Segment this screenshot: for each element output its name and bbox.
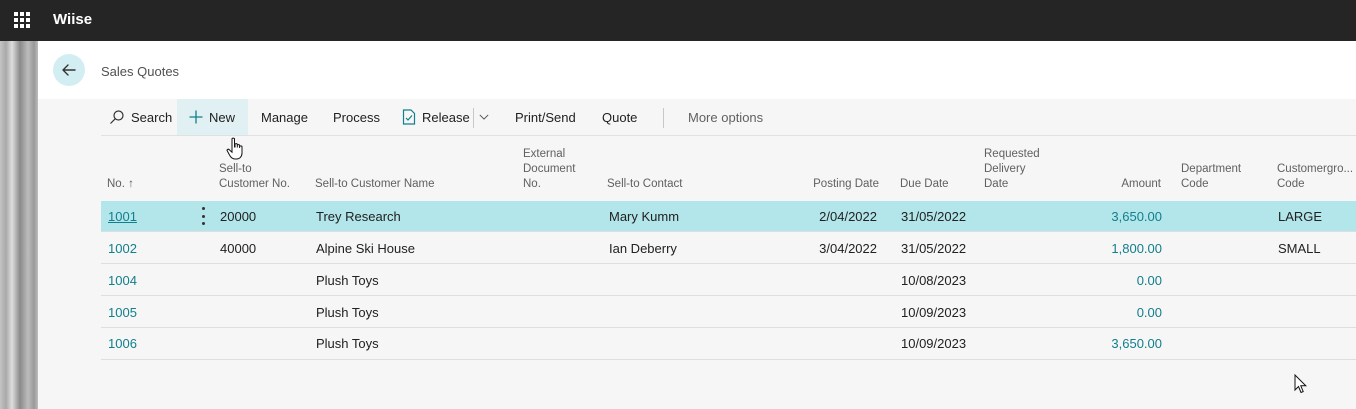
row-amount[interactable]: 0.00 (1091, 273, 1162, 288)
row-no[interactable]: 1001 (108, 209, 137, 224)
row-posting-date: 3/04/2022 (819, 241, 877, 256)
quote-button[interactable]: Quote (602, 99, 637, 135)
manage-label: Manage (261, 109, 308, 125)
app-title: Wiise (53, 11, 93, 28)
col-header-requested-delivery-date[interactable]: Requested Delivery Date (984, 147, 1040, 192)
table-row[interactable]: 1004 Plush Toys 10/08/2023 0.00 (101, 265, 1356, 296)
table-row[interactable]: 1001 20000 Trey Research Mary Kumm 2/04/… (101, 201, 1356, 232)
page-title: Sales Quotes (101, 64, 180, 79)
col-header-department-code[interactable]: Department Code (1181, 162, 1241, 192)
row-due-date: 10/08/2023 (901, 273, 967, 288)
search-icon (110, 110, 124, 124)
release-label: Release (422, 109, 470, 125)
hand-pointer-cursor-icon (226, 137, 243, 160)
col-header-due-date[interactable]: Due Date (900, 177, 949, 192)
row-customer-group: SMALL (1278, 241, 1321, 256)
new-label: New (209, 109, 236, 125)
col-header-no[interactable]: No. ↑ (107, 177, 134, 192)
main-content: Sales Quotes Search New Manage Process R… (38, 41, 1356, 409)
search-button[interactable]: Search (109, 99, 172, 135)
page-header: Sales Quotes (38, 41, 1356, 99)
row-amount[interactable]: 1,800.00 (1091, 241, 1162, 256)
row-amount[interactable]: 3,650.00 (1091, 336, 1162, 351)
chevron-down-icon (479, 114, 489, 120)
row-no[interactable]: 1006 (108, 336, 137, 351)
row-customer-name: Plush Toys (316, 305, 379, 320)
table-row[interactable]: 1006 Plush Toys 10/09/2023 3,650.00 (101, 329, 1356, 360)
row-contact: Mary Kumm (609, 209, 680, 224)
row-customer-name: Plush Toys (316, 273, 379, 288)
print-send-button[interactable]: Print/Send (515, 99, 576, 135)
action-bar: Search New Manage Process Release Print/… (101, 99, 1356, 136)
grid-header: No. ↑ Sell-to Customer No. Sell-to Custom… (101, 136, 1356, 201)
row-customer-group: LARGE (1278, 209, 1323, 224)
plus-icon (189, 110, 203, 124)
release-document-icon (402, 109, 416, 125)
more-options-label: More options (688, 109, 764, 125)
process-button[interactable]: Process (333, 99, 380, 135)
row-customer-name: Plush Toys (316, 336, 379, 351)
row-amount[interactable]: 3,650.00 (1091, 209, 1162, 224)
table-row[interactable]: 1002 40000 Alpine Ski House Ian Deberry … (101, 233, 1356, 264)
table-row[interactable]: 1005 Plush Toys 10/09/2023 0.00 (101, 297, 1356, 328)
row-customer-no: 20000 (220, 209, 257, 224)
quote-label: Quote (602, 109, 638, 125)
row-due-date: 10/09/2023 (901, 305, 967, 320)
release-divider (473, 108, 474, 128)
row-actions-icon[interactable] (197, 207, 209, 225)
row-customer-no: 40000 (220, 241, 257, 256)
new-button[interactable]: New (177, 99, 248, 135)
arrow-cursor-icon (1294, 374, 1308, 394)
left-background-strip (0, 41, 38, 409)
col-header-external-document-no[interactable]: External Document No. (523, 147, 575, 192)
row-customer-name: Alpine Ski House (316, 241, 415, 256)
release-dropdown-button[interactable] (479, 99, 495, 135)
col-header-sell-to-customer-no[interactable]: Sell-to Customer No. (219, 162, 290, 192)
row-due-date: 31/05/2022 (901, 209, 967, 224)
row-customer-name: Trey Research (316, 209, 401, 224)
top-bar: Wiise (0, 0, 1356, 41)
more-options-button[interactable]: More options (688, 99, 763, 135)
row-amount[interactable]: 0.00 (1091, 305, 1162, 320)
arrow-left-icon (62, 64, 76, 76)
toolbar-divider (663, 108, 664, 128)
row-posting-date: 2/04/2022 (819, 209, 877, 224)
row-no[interactable]: 1004 (108, 273, 137, 288)
col-header-customer-group-code[interactable]: Customergro... Code (1277, 162, 1353, 192)
waffle-icon[interactable] (14, 12, 30, 28)
search-label: Search (131, 109, 173, 125)
row-due-date: 10/09/2023 (901, 336, 967, 351)
col-header-posting-date[interactable]: Posting Date (791, 177, 879, 192)
manage-button[interactable]: Manage (261, 99, 308, 135)
row-no[interactable]: 1002 (108, 241, 137, 256)
back-button[interactable] (53, 54, 85, 86)
row-due-date: 31/05/2022 (901, 241, 967, 256)
col-header-sell-to-contact[interactable]: Sell-to Contact (607, 177, 682, 192)
print-send-label: Print/Send (515, 109, 576, 125)
release-button[interactable]: Release (402, 99, 470, 135)
col-header-sell-to-customer-name[interactable]: Sell-to Customer Name (315, 177, 435, 192)
row-contact: Ian Deberry (609, 241, 677, 256)
process-label: Process (333, 109, 380, 125)
row-no[interactable]: 1005 (108, 305, 137, 320)
col-header-amount[interactable]: Amount (1091, 177, 1161, 192)
